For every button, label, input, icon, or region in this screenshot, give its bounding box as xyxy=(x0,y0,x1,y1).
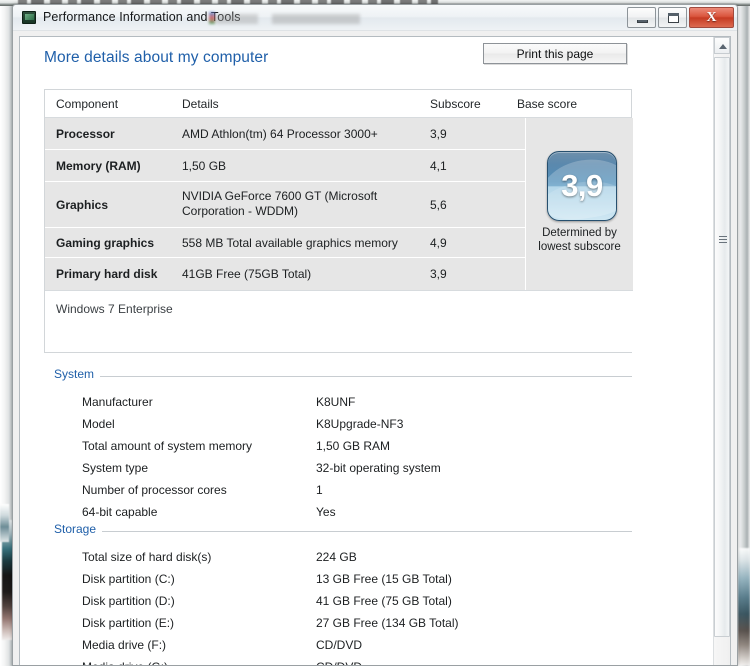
row-details: 41GB Free (75GB Total) xyxy=(182,267,312,281)
os-edition-label: Windows 7 Enterprise xyxy=(56,302,173,316)
maximize-button[interactable] xyxy=(658,7,687,28)
section-storage: Storage Total size of hard disk(s) 224 G… xyxy=(44,522,632,665)
row-details: 558 MB Total available graphics memory xyxy=(182,236,398,250)
row-component: Primary hard disk xyxy=(56,267,158,281)
detail-value: 1 xyxy=(316,483,323,497)
scrollbar-up-arrow-button[interactable] xyxy=(714,37,730,54)
detail-key: Media drive (G:) xyxy=(82,660,168,665)
detail-key: 64-bit capable xyxy=(82,505,158,519)
base-score-tile: 3,9 xyxy=(547,151,617,221)
column-header-details: Details xyxy=(182,97,219,111)
score-table-header: Component Details Subscore Base score xyxy=(45,90,631,118)
detail-key: Number of processor cores xyxy=(82,483,227,497)
background-image-right xyxy=(738,548,750,666)
base-score-panel: 3,9 Determined by lowest subscore xyxy=(526,118,633,318)
row-details: 1,50 GB xyxy=(182,159,227,173)
row-component: Memory (RAM) xyxy=(56,159,141,173)
window-controls: X xyxy=(625,7,734,28)
window-titlebar[interactable]: Performance Information and Tools X xyxy=(13,5,737,31)
detail-key: Disk partition (D:) xyxy=(82,594,175,608)
detail-value: CD/DVD xyxy=(316,660,362,665)
page-content: More details about my computer Print thi… xyxy=(20,37,713,665)
close-icon: X xyxy=(706,10,717,25)
section-title: Storage xyxy=(54,522,103,536)
monitor-icon xyxy=(22,11,36,24)
column-header-subscore: Subscore xyxy=(430,97,481,111)
detail-value: 13 GB Free (15 GB Total) xyxy=(316,572,452,586)
chevron-up-icon xyxy=(719,44,727,49)
detail-value: K8Upgrade-NF3 xyxy=(316,417,404,431)
base-score-caption: Determined by lowest subscore xyxy=(526,226,633,254)
base-score-caption-line1: Determined by xyxy=(542,227,617,239)
detail-value: 32-bit operating system xyxy=(316,461,441,475)
section-title: System xyxy=(54,367,101,381)
background-image-left-upper xyxy=(0,504,9,542)
detail-value: 27 GB Free (134 GB Total) xyxy=(316,616,459,630)
column-header-component: Component xyxy=(56,97,119,111)
performance-information-window: Performance Information and Tools X More… xyxy=(12,4,738,666)
section-system: System Manufacturer K8UNF Model K8Upgrad… xyxy=(44,367,632,519)
print-this-page-button[interactable]: Print this page xyxy=(483,43,627,64)
section-rule xyxy=(54,376,632,377)
detail-value: CD/DVD xyxy=(316,638,363,652)
window-client-area: More details about my computer Print thi… xyxy=(19,36,731,665)
os-edition-row: Windows 7 Enterprise xyxy=(45,290,633,352)
detail-key: Total amount of system memory xyxy=(82,439,253,453)
detail-value: Yes xyxy=(316,505,336,519)
section-header: System xyxy=(44,367,632,385)
detail-key: Media drive (F:) xyxy=(82,638,167,652)
row-details: NVIDIA GeForce 7600 GT (Microsoft Corpor… xyxy=(182,189,378,218)
background-tab-favicon-blur xyxy=(209,12,215,24)
detail-key: Disk partition (C:) xyxy=(82,572,175,586)
row-subscore: 3,9 xyxy=(430,267,447,281)
score-table: Component Details Subscore Base score Pr… xyxy=(44,89,633,353)
scrollbar-thumb[interactable] xyxy=(714,57,730,637)
detail-value: K8UNF xyxy=(316,395,356,409)
row-component: Processor xyxy=(56,127,115,141)
detail-value: 41 GB Free (75 GB Total) xyxy=(316,594,452,608)
detail-key: Manufacturer xyxy=(82,395,153,409)
row-subscore: 5,6 xyxy=(430,198,447,212)
background-tab-labels-blur xyxy=(216,14,381,24)
minimize-button[interactable] xyxy=(627,7,656,28)
page-title: More details about my computer xyxy=(44,49,269,66)
detail-key: Model xyxy=(82,417,115,431)
maximize-icon xyxy=(668,13,679,23)
row-subscore: 4,9 xyxy=(430,236,447,250)
detail-value: 224 GB xyxy=(316,550,357,564)
row-subscore: 3,9 xyxy=(430,127,447,141)
row-component: Graphics xyxy=(56,198,109,212)
row-component: Gaming graphics xyxy=(56,236,155,250)
close-button[interactable]: X xyxy=(689,7,734,28)
column-header-base-score: Base score xyxy=(517,97,578,111)
detail-key: Total size of hard disk(s) xyxy=(82,550,212,564)
base-score-value: 3,9 xyxy=(561,168,603,203)
minimize-icon xyxy=(637,20,648,23)
detail-key: System type xyxy=(82,461,149,475)
row-details: AMD Athlon(tm) 64 Processor 3000+ xyxy=(182,127,378,141)
section-header: Storage xyxy=(44,522,632,540)
detail-key: Disk partition (E:) xyxy=(82,616,175,630)
page-header: More details about my computer Print thi… xyxy=(20,37,713,81)
vertical-scrollbar[interactable] xyxy=(713,37,730,665)
detail-value: 1,50 GB RAM xyxy=(316,439,391,453)
score-table-body: Processor AMD Athlon(tm) 64 Processor 30… xyxy=(45,118,633,318)
row-subscore: 4,1 xyxy=(430,159,447,173)
section-rule xyxy=(54,531,632,532)
base-score-caption-line2: lowest subscore xyxy=(538,241,621,253)
screen: Performance Information and Tools X More… xyxy=(0,0,750,666)
scrollbar-grip-icon xyxy=(719,236,727,243)
